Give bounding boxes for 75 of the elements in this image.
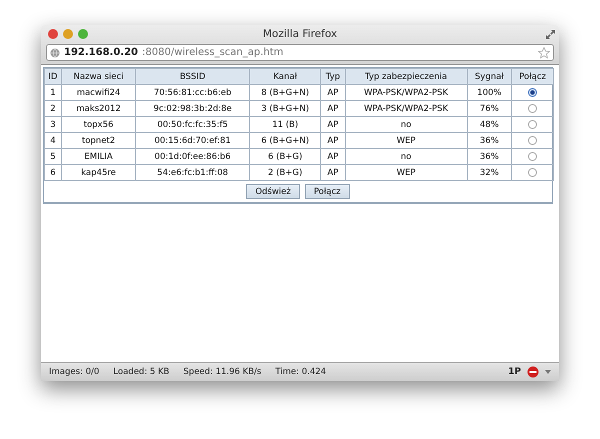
table-cell: 11 (B) [250, 116, 321, 132]
table-cell: 9c:02:98:3b:2d:8e [136, 100, 250, 116]
address-bar[interactable]: 192.168.0.20 :8080/wireless_scan_ap.htm [46, 44, 554, 61]
url-path: :8080/wireless_scan_ap.htm [142, 47, 284, 58]
status-text: Loaded: 5 KB [113, 367, 170, 377]
close-icon[interactable] [48, 29, 58, 39]
status-text: Speed: 11.96 KB/s [183, 367, 262, 377]
column-header: ID [44, 68, 62, 84]
table-cell: AP [320, 164, 346, 180]
table-cell: 2 [44, 100, 62, 116]
url-host: 192.168.0.20 [64, 47, 138, 58]
zoom-icon[interactable] [78, 29, 88, 39]
radio-button[interactable] [528, 152, 538, 161]
status-text: Time: 0.424 [275, 367, 326, 377]
table-cell: 2 (B+G) [250, 164, 321, 180]
table-cell: 00:50:fc:fc:35:f5 [136, 116, 250, 132]
fullscreen-icon[interactable] [546, 30, 555, 38]
table-cell: 1 [44, 84, 62, 100]
table-cell: kap45re [61, 164, 136, 180]
column-header: Typ zabezpieczenia [345, 68, 468, 84]
table-cell: 4 [44, 132, 62, 148]
column-header: BSSID [136, 68, 250, 84]
table-cell: WPA-PSK/WPA2-PSK [345, 84, 468, 100]
table-cell: AP [320, 132, 346, 148]
star-icon[interactable] [538, 46, 550, 58]
radio-button[interactable] [528, 168, 538, 177]
table-cell: no [345, 116, 468, 132]
table-cell: 6 [44, 164, 62, 180]
table-cell: 6 (B+G+N) [250, 132, 321, 148]
status-text: Images: 0/0 [49, 367, 100, 377]
table-cell: 36% [467, 132, 512, 148]
table-cell: 8 (B+G+N) [250, 84, 321, 100]
form-button[interactable]: Odśwież [246, 184, 300, 199]
table-cell: 54:e6:fc:b1:ff:08 [136, 164, 250, 180]
minimize-icon[interactable] [63, 29, 73, 39]
column-header: Sygnał [467, 68, 512, 84]
table-cell: 3 [44, 116, 62, 132]
table-cell: EMILIA [61, 148, 136, 164]
column-header: Nazwa sieci [61, 68, 136, 84]
stop-sign-icon[interactable] [527, 366, 539, 378]
radio-button[interactable] [528, 104, 538, 113]
status-label: 1P [508, 367, 521, 377]
table-cell: WEP [345, 164, 468, 180]
column-header: Typ [320, 68, 346, 84]
caret-icon[interactable] [545, 370, 551, 374]
table-cell: no [345, 148, 468, 164]
table-cell: 00:15:6d:70:ef:81 [136, 132, 250, 148]
table-cell: 100% [467, 84, 512, 100]
table-cell: 36% [467, 148, 512, 164]
table-cell: 5 [44, 148, 62, 164]
form-button[interactable]: Połącz [304, 184, 350, 199]
table-cell: WPA-PSK/WPA2-PSK [345, 100, 468, 116]
column-header: Połącz [512, 68, 554, 84]
window-title: Mozilla Firefox [262, 28, 338, 40]
table-cell: AP [320, 148, 346, 164]
table-cell: macwifi24 [61, 84, 136, 100]
table-cell: topx56 [61, 116, 136, 132]
globe-icon [50, 48, 60, 58]
table-cell: AP [320, 100, 346, 116]
table-cell: 6 (B+G) [250, 148, 321, 164]
table-cell: 00:1d:0f:ee:86:b6 [136, 148, 250, 164]
radio-button[interactable] [528, 136, 538, 145]
table-cell: AP [320, 84, 346, 100]
table-cell: 76% [467, 100, 512, 116]
table-cell: topnet2 [61, 132, 136, 148]
table-cell: AP [320, 116, 346, 132]
table-cell: 48% [467, 116, 512, 132]
table-cell: maks2012 [61, 100, 136, 116]
table-cell: WEP [345, 132, 468, 148]
table-cell: 3 (B+G+N) [250, 100, 321, 116]
table-cell: 32% [467, 164, 512, 180]
column-header: Kanał [250, 68, 321, 84]
radio-button[interactable] [528, 120, 538, 129]
radio-button[interactable] [528, 88, 538, 97]
table-cell: 70:56:81:cc:b6:eb [136, 84, 250, 100]
